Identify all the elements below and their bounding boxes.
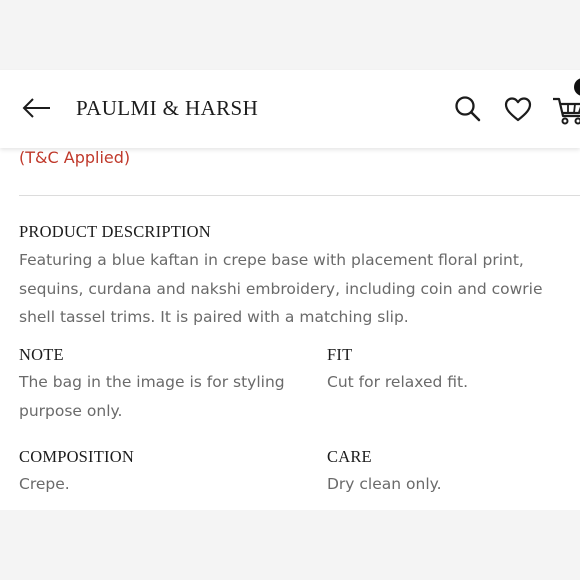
care-heading: CARE <box>327 447 372 466</box>
product-description-heading: PRODUCT DESCRIPTION <box>19 222 211 241</box>
app-header: PAULMI & HARSH <box>0 70 580 148</box>
cart-icon <box>553 97 580 125</box>
cart-button[interactable] <box>551 94 580 128</box>
fit-heading: FIT <box>327 345 353 364</box>
wishlist-button[interactable] <box>503 95 533 125</box>
composition-text: Crepe. <box>19 475 70 493</box>
bottom-background <box>0 510 580 580</box>
section-divider <box>19 195 580 196</box>
fit-text: Cut for relaxed fit. <box>327 373 469 391</box>
heart-icon <box>504 97 532 122</box>
note-text: The bag in the image is for styling purp… <box>19 373 285 420</box>
product-description-text: Featuring a blue kaftan in crepe base wi… <box>19 251 543 326</box>
care-text: Dry clean only. <box>327 475 442 493</box>
brand-name[interactable]: PAULMI & HARSH <box>76 96 258 121</box>
top-background <box>0 0 580 70</box>
terms-conditions-text: (T&C Applied) <box>19 148 131 167</box>
search-icon <box>455 96 481 122</box>
note-heading: NOTE <box>19 345 64 364</box>
back-arrow-icon <box>22 98 50 118</box>
search-button[interactable] <box>453 94 483 124</box>
back-button[interactable] <box>20 94 54 124</box>
composition-heading: COMPOSITION <box>19 447 134 466</box>
